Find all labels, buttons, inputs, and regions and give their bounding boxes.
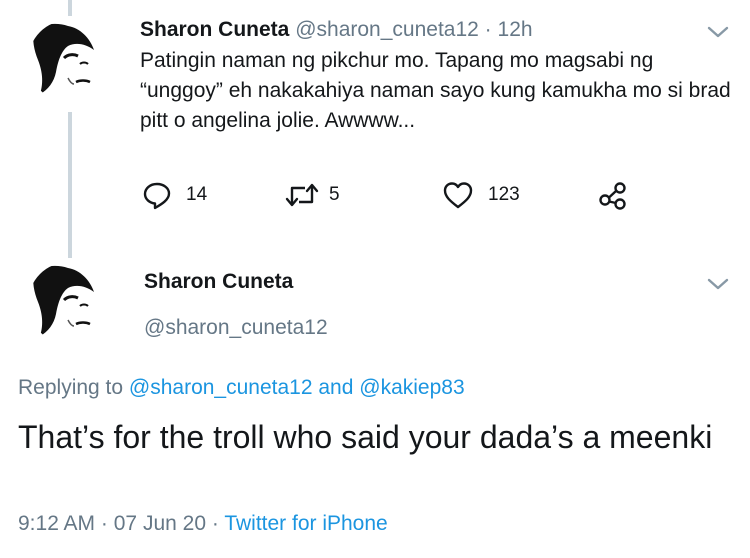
retweet-count: 5: [329, 184, 340, 205]
tweet-date[interactable]: 07 Jun 20: [114, 512, 206, 535]
reply-count: 14: [186, 184, 208, 205]
mention-link[interactable]: @sharon_cuneta12: [129, 376, 313, 399]
tweet-actions: 14 5 123: [140, 180, 660, 216]
tweet-text: Patingin naman ng pikchur mo. Tapang mo …: [140, 49, 731, 132]
replying-and: and: [318, 376, 354, 399]
tweet-text: That’s for the troll who said your dada’…: [18, 419, 713, 455]
share-icon: [599, 182, 626, 210]
author-name[interactable]: Sharon Cuneta: [144, 270, 293, 294]
separator-dot: ·: [484, 18, 492, 41]
tweet-meta: 9:12 AM · 07 Jun 20 · Twitter for iPhone: [18, 512, 388, 536]
replying-prefix: Replying to: [18, 376, 124, 399]
thread-line-top: [68, 0, 72, 16]
separator-dot: ·: [100, 512, 108, 535]
like-count: 123: [488, 184, 520, 205]
avatar-image: [33, 265, 94, 336]
chevron-down-icon[interactable]: [707, 25, 729, 39]
avatar-image: [33, 23, 94, 95]
author-handle[interactable]: @sharon_cuneta12: [295, 18, 479, 41]
retweet-icon: [285, 183, 319, 207]
share-button[interactable]: [598, 180, 628, 210]
author-name[interactable]: Sharon Cuneta: [140, 18, 289, 41]
like-button[interactable]: 123: [442, 180, 520, 210]
thread-line-bottom: [68, 112, 72, 258]
replying-to: Replying to @sharon_cuneta12 and @kakiep…: [18, 376, 465, 400]
reply-button[interactable]: 14: [142, 180, 207, 210]
chevron-down-icon[interactable]: [707, 277, 729, 291]
avatar[interactable]: [28, 20, 110, 102]
tweet-time[interactable]: 12h: [498, 18, 533, 41]
tweet-header: Sharon Cuneta @sharon_cuneta12 · 12h: [140, 18, 533, 42]
mention-link[interactable]: @kakiep83: [359, 376, 464, 399]
like-icon: [443, 182, 473, 209]
author-handle[interactable]: @sharon_cuneta12: [144, 316, 328, 340]
avatar[interactable]: [28, 262, 110, 344]
tweet-time[interactable]: 9:12 AM: [18, 512, 95, 535]
retweet-button[interactable]: 5: [285, 180, 340, 210]
tweet-source[interactable]: Twitter for iPhone: [224, 512, 387, 535]
separator-dot: ·: [211, 512, 219, 535]
reply-icon: [143, 182, 171, 210]
